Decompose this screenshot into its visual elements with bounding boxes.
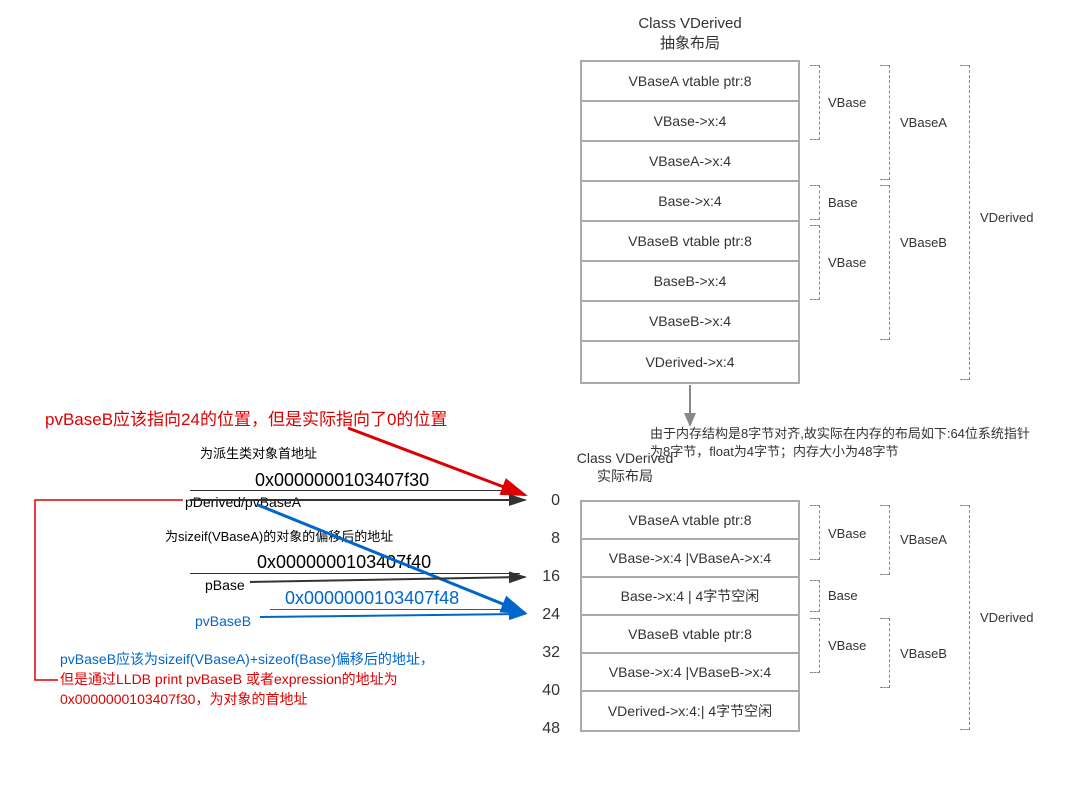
top-row-7: VDerived->x:4 [582,342,798,382]
offset-6: 48 [530,720,560,738]
sizeof-note: 为sizeif(VBaseA)的对象的偏移后的地址 [165,528,393,546]
top-title-1: Class VDerived [580,15,800,32]
offset-5: 40 [530,682,560,700]
bot-row-1: VBase->x:4 |VBaseA->x:4 [582,540,798,578]
bot-bracket-vbase2 [810,618,820,673]
top-label-vbase2: VBase [828,255,866,270]
top-row-4: VBaseB vtable ptr:8 [582,222,798,262]
offset-2: 16 [530,568,560,586]
bot-label-vbasea: VBaseA [900,532,947,547]
bot-bracket-vderived [960,505,970,730]
bot-bracket-vbase1 [810,505,820,560]
bot-label-vderived: VDerived [980,610,1033,625]
bot-bracket-vbaseb [880,618,890,688]
top-row-2: VBaseA->x:4 [582,142,798,182]
top-bracket-vbasea [880,65,890,180]
offset-3: 24 [530,606,560,624]
addr1-line [190,490,520,491]
bot-label-vbase2: VBase [828,638,866,653]
bot-bracket-base [810,580,820,612]
bot-label-vbase1: VBase [828,526,866,541]
layout-note: 由于内存结构是8字节对齐,故实际在内存的布局如下:64位系统指针为8字节，flo… [650,425,1030,461]
addr2-line [190,573,520,574]
top-title-2: 抽象布局 [580,32,800,53]
bot-row-5: VDerived->x:4:| 4字节空闲 [582,692,798,730]
top-row-5: BaseB->x:4 [582,262,798,302]
actual-title-1: Class VDerived [565,450,685,466]
label1: pDerived/pvBaseA [185,493,301,513]
bot-row-3: VBaseB vtable ptr:8 [582,616,798,654]
top-row-1: VBase->x:4 [582,102,798,142]
bot-row-0: VBaseA vtable ptr:8 [582,502,798,540]
label3: pvBaseB [195,612,251,632]
offset-1: 8 [530,530,560,548]
top-bracket-vbaseb [880,185,890,340]
top-row-0: VBaseA vtable ptr:8 [582,62,798,102]
bot-label-vbaseb: VBaseB [900,646,947,661]
top-label-vbase1: VBase [828,95,866,110]
addr3: 0x0000000103407f48 [285,586,459,611]
addr2: 0x0000000103407f40 [257,550,431,575]
bot-row-2: Base->x:4 | 4字节空闲 [582,578,798,616]
offset-4: 32 [530,644,560,662]
top-label-base: Base [828,195,858,210]
bot-bracket-vbasea [880,505,890,575]
actual-title-2: 实际布局 [565,466,685,486]
top-label-vderived: VDerived [980,210,1033,225]
top-bracket-vbase2 [810,225,820,300]
addr3-line [270,609,520,610]
bot-label-base: Base [828,588,858,603]
actual-layout-table: VBaseA vtable ptr:8 VBase->x:4 |VBaseA->… [580,500,800,732]
top-label-vbasea: VBaseA [900,115,947,130]
top-row-6: VBaseB->x:4 [582,302,798,342]
top-bracket-vderived [960,65,970,380]
top-row-3: Base->x:4 [582,182,798,222]
bot-row-4: VBase->x:4 |VBaseB->x:4 [582,654,798,692]
offset-0: 0 [530,492,560,510]
red-note2: 但是通过LLDB print pvBaseB 或者expression的地址为0… [60,670,490,709]
top-bracket-base [810,185,820,220]
label2: pBase [205,576,245,596]
red-title: pvBaseB应该指向24的位置，但是实际指向了0的位置 [45,408,447,432]
top-bracket-vbase1 [810,65,820,140]
top-label-vbaseb: VBaseB [900,235,947,250]
derived-note: 为派生类对象首地址 [200,445,317,463]
blue-note1: pvBaseB应该为sizeif(VBaseA)+sizeof(Base)偏移后… [60,650,434,670]
abstract-layout-table: VBaseA vtable ptr:8 VBase->x:4 VBaseA->x… [580,60,800,384]
